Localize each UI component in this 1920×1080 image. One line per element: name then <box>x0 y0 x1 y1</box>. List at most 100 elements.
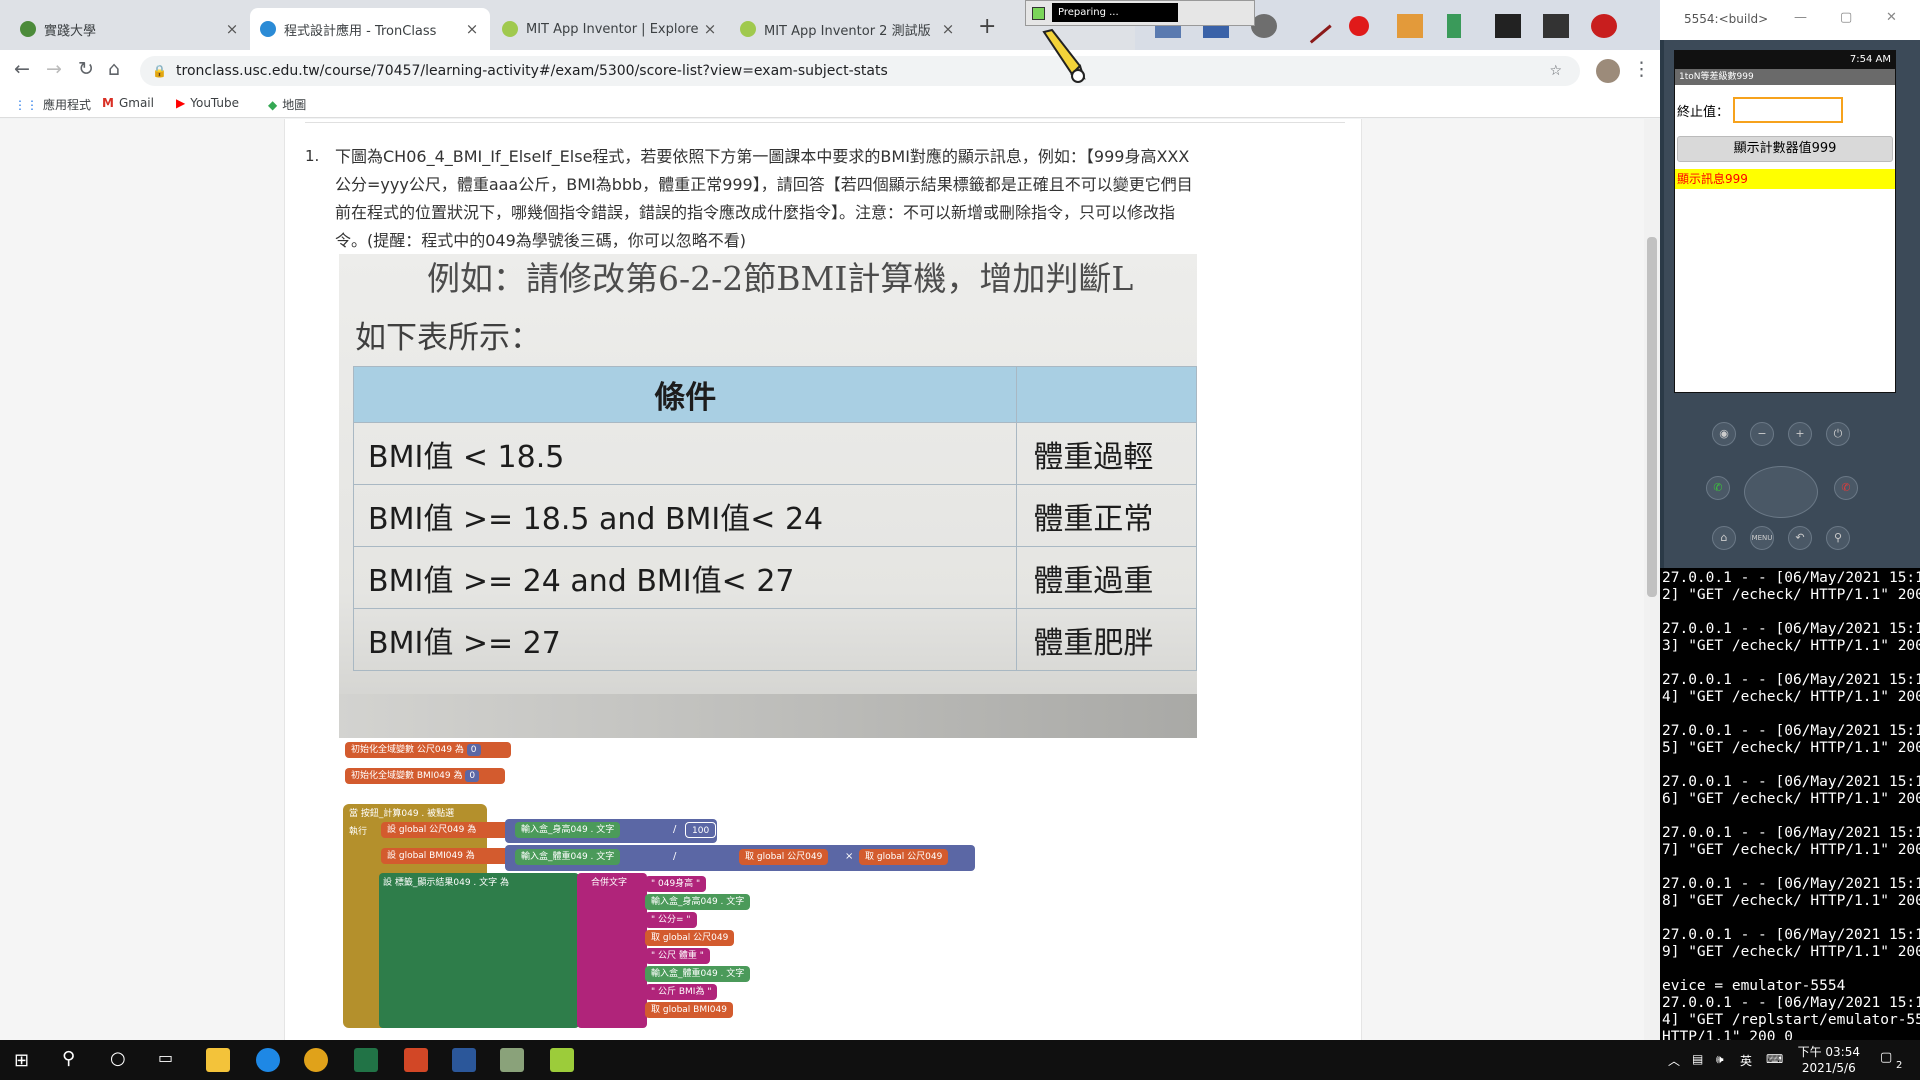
emulator-skin: 7:54 AM 1toN等差級數999 終止值： 顯示計數器值999 顯示訊息9… <box>1664 40 1920 568</box>
divider <box>305 119 1345 123</box>
bookmark-label: 地圖 <box>282 98 307 112</box>
menu-kebab-icon[interactable]: ⋮ <box>1632 58 1651 80</box>
end-call-icon[interactable]: ✆ <box>1834 476 1858 500</box>
block-text: 初始化全域變數 公尺049 為 <box>351 745 464 755</box>
table-cell-condition: BMI值 >= 18.5 and BMI值< 24 <box>352 484 1018 547</box>
pointer-icon[interactable] <box>1447 14 1461 38</box>
tab-tronclass[interactable]: 程式設計應用 - TronClass × <box>250 8 490 50</box>
textbook-photo: 例如：請修改第6-2-2節BMI計算機，增加判斷L 如下表所示： 條件 BMI值… <box>339 254 1197 738</box>
record-icon[interactable] <box>1349 16 1369 36</box>
dpad[interactable] <box>1744 466 1818 518</box>
volume-down-icon[interactable]: − <box>1750 422 1774 446</box>
bookmarks-bar: ⋮⋮ 應用程式 M Gmail ▶ YouTube ◆ 地圖 <box>0 92 1660 118</box>
file-explorer-icon[interactable] <box>206 1048 230 1072</box>
volume-icon[interactable]: 🕪 <box>1716 1052 1724 1067</box>
image-icon[interactable] <box>1397 14 1423 38</box>
chrome-icon[interactable] <box>304 1048 328 1072</box>
camera-icon[interactable]: ◉ <box>1712 422 1736 446</box>
new-tab-button[interactable]: + <box>978 14 996 39</box>
notification-icon[interactable]: ▢ <box>1880 1050 1892 1065</box>
notification-count: 2 <box>1896 1060 1903 1071</box>
address-bar[interactable]: 🔒 tronclass.usc.edu.tw/course/70457/lear… <box>140 56 1580 86</box>
clock[interactable]: 下午 03:54 2021/5/6 <box>1798 1044 1860 1076</box>
close-tab-icon[interactable]: × <box>940 20 956 38</box>
usc-logo-icon <box>20 21 36 37</box>
phone-time: 7:54 AM <box>1849 54 1891 65</box>
volume-up-icon[interactable]: + <box>1788 422 1812 446</box>
table-cell-condition: BMI值 >= 24 and BMI值< 27 <box>352 546 1018 609</box>
ime-indicator[interactable]: 英 <box>1740 1052 1752 1069</box>
power-icon[interactable]: ⏻ <box>1826 422 1850 446</box>
youtube-icon: ▶ <box>176 96 186 110</box>
bookmark-star-icon[interactable]: ☆ <box>1549 56 1562 86</box>
bookmark-label: 應用程式 <box>43 98 92 112</box>
menu-key-icon[interactable]: MENU <box>1750 526 1774 550</box>
block-operator: / <box>673 824 677 835</box>
tab-appinventor-explore[interactable]: MIT App Inventor | Explore MIT × <box>492 8 728 50</box>
search-key-icon[interactable]: ⚲ <box>1826 526 1850 550</box>
close-tab-icon[interactable]: × <box>464 20 480 38</box>
powerpoint-icon[interactable] <box>404 1048 428 1072</box>
forward-icon[interactable]: → <box>46 58 62 80</box>
tab-appinventor-beta[interactable]: MIT App Inventor 2 測試版 × <box>730 8 966 50</box>
block-join-item: 取 global 公尺049 <box>645 930 735 946</box>
word-icon[interactable] <box>452 1048 476 1072</box>
excel-icon[interactable] <box>354 1048 378 1072</box>
keyboard-icon[interactable]: ⌨ <box>1766 1052 1783 1066</box>
block-join-item: " 公分= " <box>645 912 697 928</box>
tab-usc[interactable]: 實踐大學 × <box>10 8 250 50</box>
close-tab-icon[interactable]: × <box>702 20 718 38</box>
bmi-table: 條件 BMI值 < 18.5 體重過輕 BMI值 >= 18.5 and BMI… <box>352 366 1197 671</box>
stop-value-input[interactable] <box>1733 97 1843 123</box>
search-icon[interactable]: ⚲ <box>62 1048 75 1069</box>
task-view-icon[interactable]: ▭ <box>158 1048 173 1067</box>
reload-icon[interactable]: ↻ <box>78 58 94 80</box>
maximize-icon[interactable]: ▢ <box>1840 10 1852 25</box>
edge-icon[interactable] <box>256 1048 280 1072</box>
cortana-icon[interactable]: ○ <box>110 1048 126 1069</box>
image-viewer-icon[interactable] <box>500 1048 524 1072</box>
pen-icon[interactable] <box>1296 8 1332 44</box>
home-icon[interactable]: ⌂ <box>108 58 120 80</box>
scrollbar-thumb[interactable] <box>1647 237 1657 597</box>
photo-caption-2: 如下表所示： <box>355 320 541 356</box>
bookmark-apps[interactable]: ⋮⋮ 應用程式 <box>14 96 91 113</box>
block-text: 初始化全域變數 BMI049 為 <box>351 771 463 781</box>
bookmark-maps[interactable]: ◆ 地圖 <box>268 96 306 113</box>
preparing-indicator: Preparing ... <box>1025 0 1255 26</box>
back-icon[interactable]: ← <box>14 58 30 80</box>
call-icon[interactable]: ✆ <box>1706 476 1730 500</box>
tray-chevron-icon[interactable]: ︿ <box>1668 1052 1680 1069</box>
minimize-icon[interactable]: — <box>1794 10 1807 25</box>
status-square-icon <box>1032 7 1045 20</box>
page-scrollbar[interactable] <box>1644 119 1660 1040</box>
tab-title: MIT App Inventor | Explore MIT <box>526 21 702 37</box>
maps-icon: ◆ <box>268 97 278 112</box>
windows-start-icon[interactable]: ⊞ <box>14 1050 29 1071</box>
bookmark-gmail[interactable]: M Gmail <box>102 96 154 110</box>
stop-icon[interactable] <box>1591 14 1617 38</box>
appinventor-icon <box>740 21 756 37</box>
phone-status-bar: 7:54 AM <box>1675 51 1895 69</box>
photo-caption-1: 例如：請修改第6-2-2節BMI計算機，增加判斷L <box>427 259 1134 298</box>
browser-toolbar: ← → ↻ ⌂ 🔒 tronclass.usc.edu.tw/course/70… <box>0 50 1660 92</box>
block-join-item: " 049身高 " <box>645 876 707 892</box>
bookmark-youtube[interactable]: ▶ YouTube <box>176 96 239 110</box>
terminal-icon[interactable] <box>1543 14 1569 38</box>
block-text: 設 global 公尺049 為 <box>387 825 477 835</box>
avatar[interactable] <box>1596 59 1620 83</box>
android-icon[interactable] <box>550 1048 574 1072</box>
close-window-icon[interactable]: ✕ <box>1886 10 1897 25</box>
question-number: 1. <box>305 147 320 165</box>
block-init-meter: 初始化全域變數 公尺049 為 0 <box>345 742 511 758</box>
table-row: BMI值 >= 27 體重肥胖 <box>352 608 1197 671</box>
message-label: 顯示訊息999 <box>1675 169 1895 189</box>
help-icon[interactable] <box>1495 14 1521 38</box>
show-counter-button[interactable]: 顯示計數器值999 <box>1677 136 1893 162</box>
close-tab-icon[interactable]: × <box>224 20 240 38</box>
back-key-icon[interactable]: ↶ <box>1788 526 1812 550</box>
question-card: 1. 下圖為CH06_4_BMI_If_ElseIf_Else程式，若要依照下方… <box>284 119 1362 1040</box>
block-init-bmi: 初始化全域變數 BMI049 為 0 <box>345 768 505 784</box>
network-icon[interactable]: ▤ <box>1692 1052 1703 1066</box>
home-key-icon[interactable]: ⌂ <box>1712 526 1736 550</box>
